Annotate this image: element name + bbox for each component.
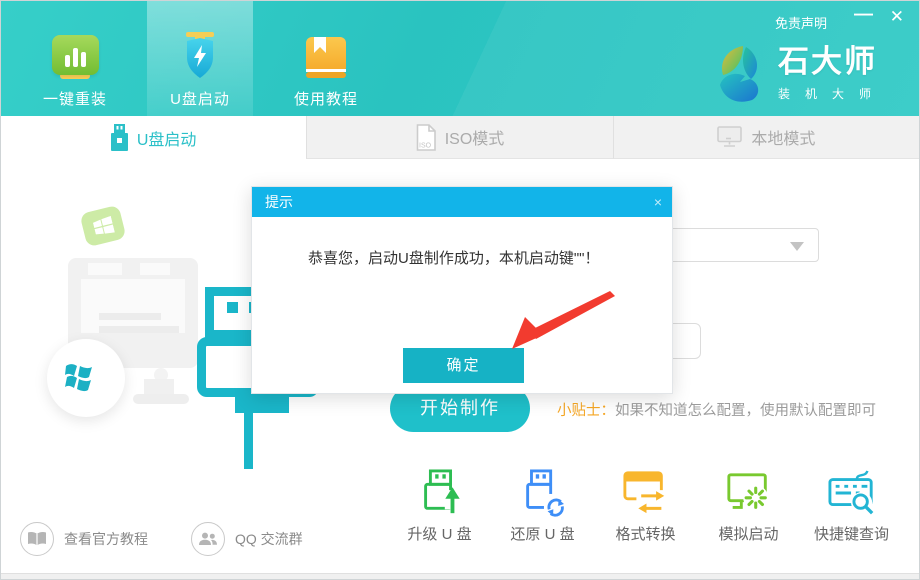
close-button[interactable]: ✕ (890, 7, 904, 27)
header-tab-reinstall[interactable]: 一键重装 (23, 1, 127, 116)
chevron-down-icon (790, 242, 804, 251)
dialog-close-icon[interactable]: × (654, 187, 662, 217)
iso-file-icon: ISO (416, 124, 436, 151)
tool-hotkey-query[interactable]: 快捷键查询 (800, 469, 903, 544)
svg-text:ISO: ISO (419, 142, 432, 149)
mode-tab-usb-boot[interactable]: U盘启动 (1, 116, 306, 159)
qq-group-link[interactable]: QQ 交流群 (191, 522, 303, 556)
monitor-icon (717, 126, 742, 148)
brand-subtitle: 装机大师 (778, 85, 886, 102)
mode-tab-label: U盘启动 (137, 126, 197, 150)
tool-restore-usb[interactable]: 还原 U 盘 (491, 469, 594, 544)
hotkey-query-icon (828, 469, 876, 517)
header-tab-usb-boot[interactable]: U盘启动 (147, 1, 253, 116)
link-label: QQ 交流群 (235, 529, 303, 549)
dialog-title: 提示 (265, 194, 293, 210)
simulate-boot-icon (725, 469, 773, 517)
tool-label: 模拟启动 (718, 523, 778, 544)
reinstall-chart-icon (52, 1, 99, 79)
mode-tab-iso[interactable]: ISO ISO模式 (306, 116, 612, 159)
shield-bolt-icon (180, 1, 220, 79)
usb-restore-icon (519, 469, 567, 517)
monitor-base-illustration (133, 394, 189, 404)
windows-flag-badge (47, 339, 125, 417)
tool-label: 升级 U 盘 (407, 523, 471, 544)
format-convert-icon (622, 469, 670, 517)
tool-label: 快捷键查询 (814, 523, 889, 544)
mode-tab-label: 本地模式 (751, 125, 815, 149)
group-circle-icon (191, 522, 225, 556)
windows-flag-icon (65, 359, 107, 397)
window-bottom-border (1, 573, 919, 579)
tip-body: 如果不知道怎么配置，使用默认配置即可 (615, 403, 876, 419)
mode-tab-bar: U盘启动 ISO ISO模式 本地模式 (1, 116, 919, 159)
header-tab-label: 使用教程 (294, 88, 358, 109)
success-dialog: 提示 × 恭喜您，启动U盘制作成功，本机启动键""！ 确定 (251, 186, 673, 394)
brand-logo: 石大师 装机大师 (715, 45, 886, 103)
minimize-button[interactable]: — (854, 5, 873, 25)
tool-label: 还原 U 盘 (510, 523, 574, 544)
book-circle-icon (20, 522, 54, 556)
header-tab-tutorial[interactable]: 使用教程 (273, 1, 379, 116)
tip-text: 小贴士：如果不知道怎么配置，使用默认配置即可 (557, 399, 876, 420)
tool-upgrade-usb[interactable]: 升级 U 盘 (388, 469, 491, 544)
header-tab-label: 一键重装 (43, 88, 107, 109)
monitor-stand-illustration (144, 379, 174, 395)
brand-name: 石大师 (778, 45, 886, 79)
app-window: 一键重装 U盘启动 (0, 0, 920, 580)
tool-format-convert[interactable]: 格式转换 (594, 469, 697, 544)
ok-button[interactable]: 确定 (403, 348, 524, 383)
mode-tab-local[interactable]: 本地模式 (613, 116, 919, 159)
usb-icon (111, 124, 128, 151)
mode-tab-label: ISO模式 (445, 125, 505, 149)
tool-simulate-boot[interactable]: 模拟启动 (697, 469, 800, 544)
usb-illustration-contact (227, 302, 238, 313)
disclaimer-link[interactable]: 免责声明 (775, 13, 827, 32)
dialog-header: 提示 × (252, 187, 672, 217)
tip-label: 小贴士： (557, 403, 615, 419)
tool-row: 升级 U 盘 还 (388, 469, 903, 544)
tool-label: 格式转换 (615, 523, 675, 544)
windows-chip-icon (79, 205, 126, 248)
official-tutorial-link[interactable]: 查看官方教程 (20, 522, 148, 556)
usb-upgrade-icon (416, 469, 464, 517)
usb-illustration-cable (244, 413, 253, 469)
brand-logo-icon (715, 45, 769, 103)
usb-illustration-connector (235, 397, 289, 413)
dialog-message: 恭喜您，启动U盘制作成功，本机启动键""！ (308, 247, 599, 268)
tutorial-book-icon (305, 1, 347, 79)
header-tab-label: U盘启动 (170, 88, 230, 109)
titlebar: 一键重装 U盘启动 (1, 1, 919, 116)
link-label: 查看官方教程 (64, 529, 148, 549)
